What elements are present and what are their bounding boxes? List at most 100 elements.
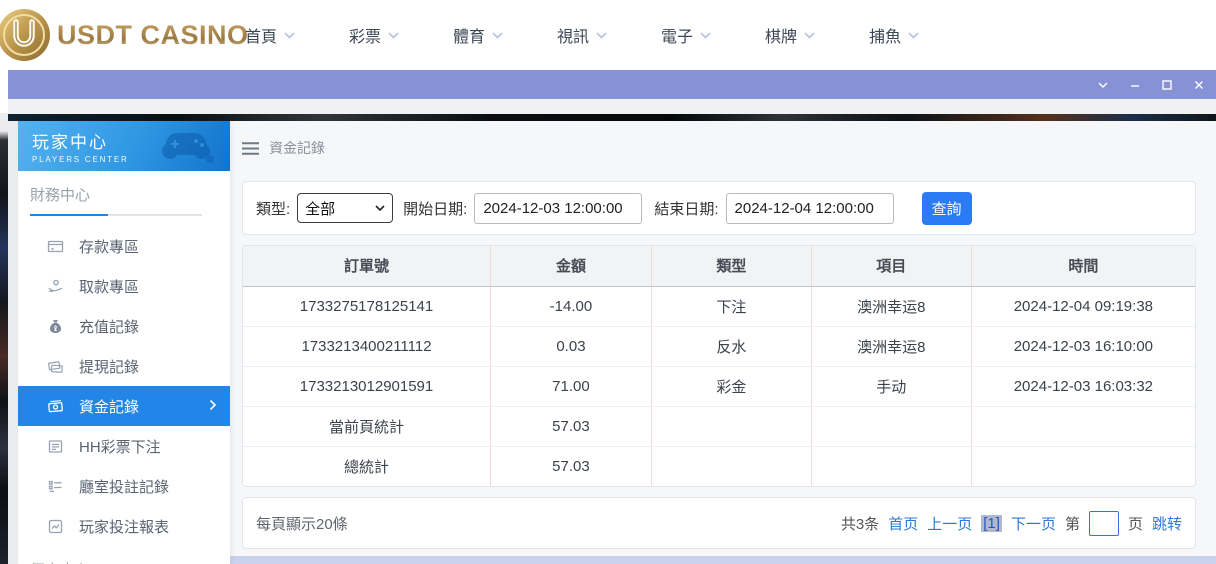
minimize-button[interactable]	[1125, 75, 1145, 95]
page-size-text: 每頁顯示20條	[256, 513, 348, 534]
type-select[interactable]: 全部	[297, 193, 393, 223]
hand-coin-icon	[47, 278, 64, 295]
site-header: USDT CASINO 首頁 彩票 體育 視訊 電子 棋牌 捕魚	[0, 0, 1216, 70]
start-date-input[interactable]	[474, 193, 642, 224]
prev-page-link[interactable]: 上一页	[927, 513, 972, 534]
breadcrumb: 資金記錄	[242, 133, 1196, 163]
next-page-link[interactable]: 下一页	[1011, 513, 1056, 534]
total-count-text: 共3条	[841, 513, 879, 534]
sidebar-item-withdraw[interactable]: 取款專區	[18, 266, 230, 306]
money-bag-icon	[47, 318, 64, 335]
table-cell: 手动	[811, 366, 971, 406]
section-underline	[30, 214, 202, 216]
nav-item-cards[interactable]: 棋牌	[738, 0, 842, 70]
close-button[interactable]	[1189, 75, 1209, 95]
nav-label: 電子	[661, 23, 693, 47]
table-cell: -14.00	[491, 286, 652, 326]
current-page-badge[interactable]: [1]	[981, 515, 1002, 532]
checklist-icon	[47, 478, 64, 495]
first-page-link[interactable]: 首页	[888, 513, 918, 534]
sidebar: 玩家中心 PLAYERS CENTER 財務中心	[18, 121, 230, 564]
close-icon	[1192, 78, 1206, 92]
sidebar-item-withdrawal-records[interactable]: 提現記錄	[18, 346, 230, 386]
table-row-page-total: 當前頁統計 57.03	[243, 406, 1195, 446]
nav-item-home[interactable]: 首頁	[218, 0, 322, 70]
sidebar-section-personal[interactable]: 個人中心	[30, 559, 230, 564]
sidebar-section-finance[interactable]: 財務中心	[30, 184, 230, 205]
table-cell	[971, 406, 1195, 446]
sidebar-item-label: 資金記錄	[79, 396, 139, 417]
table-header-cell: 時間	[971, 246, 1195, 286]
nav-label: 體育	[453, 23, 485, 47]
table-cell: 2024-12-04 09:19:38	[971, 286, 1195, 326]
table-cell: 下注	[651, 286, 811, 326]
menu-toggle-button[interactable]	[242, 142, 259, 155]
jump-button[interactable]: 跳转	[1152, 513, 1182, 534]
table-cell: 2024-12-03 16:03:32	[971, 366, 1195, 406]
chevron-down-icon	[804, 32, 815, 39]
page-jump-input[interactable]	[1089, 511, 1119, 536]
table-header-cell: 項目	[811, 246, 971, 286]
table-cell: 71.00	[491, 366, 652, 406]
chevron-down-icon	[1096, 78, 1110, 92]
nav-label: 捕魚	[869, 23, 901, 47]
sidebar-item-funds-records[interactable]: 資金記錄	[18, 386, 230, 426]
window-titlebar	[8, 70, 1216, 99]
table-cell: 當前頁統計	[243, 406, 491, 446]
type-label: 類型:	[256, 198, 290, 219]
funds-table-container: 訂單號 金額 類型 項目 時間 1733275178125141 -14.00 …	[242, 245, 1196, 487]
nav-label: 首頁	[245, 23, 277, 47]
type-select-value: 全部	[305, 198, 335, 219]
table-cell	[811, 446, 971, 486]
sidebar-item-label: 充值記錄	[79, 316, 139, 337]
table-row-grand-total: 總統計 57.03	[243, 446, 1195, 486]
nav-item-sports[interactable]: 體育	[426, 0, 530, 70]
chevron-down-icon	[700, 32, 711, 39]
sidebar-item-hh-lottery-bets[interactable]: HH彩票下注	[18, 426, 230, 466]
search-button[interactable]: 查詢	[922, 192, 972, 225]
cash-notes-icon	[47, 358, 64, 375]
sidebar-menu: 存款專區 取款專區 充值記錄	[18, 226, 230, 546]
funds-table: 訂單號 金額 類型 項目 時間 1733275178125141 -14.00 …	[243, 246, 1195, 486]
table-cell: 2024-12-03 16:10:00	[971, 326, 1195, 366]
nav-item-lottery[interactable]: 彩票	[322, 0, 426, 70]
document-icon	[47, 438, 64, 455]
sidebar-item-player-bet-report[interactable]: 玩家投注報表	[18, 506, 230, 546]
bank-card-icon	[47, 238, 64, 255]
nav-item-slots[interactable]: 電子	[634, 0, 738, 70]
brand-logo[interactable]: USDT CASINO	[0, 7, 249, 63]
end-date-label: 結束日期:	[654, 198, 718, 219]
chevron-right-icon	[209, 398, 217, 415]
sidebar-item-deposit[interactable]: 存款專區	[18, 226, 230, 266]
table-cell: 0.03	[491, 326, 652, 366]
end-date-input[interactable]	[726, 193, 894, 224]
table-cell: 澳洲幸运8	[811, 326, 971, 366]
minimize-icon	[1128, 78, 1142, 92]
nav-item-live[interactable]: 視訊	[530, 0, 634, 70]
collapse-window-button[interactable]	[1093, 75, 1113, 95]
left-gutter	[8, 121, 18, 564]
gamepad-icon	[158, 125, 218, 165]
table-cell: 1733275178125141	[243, 286, 491, 326]
table-cell	[651, 406, 811, 446]
table-header-cell: 類型	[651, 246, 811, 286]
table-cell	[651, 446, 811, 486]
page-title: 資金記錄	[269, 138, 325, 158]
nav-item-fishing[interactable]: 捕魚	[842, 0, 946, 70]
maximize-button[interactable]	[1157, 75, 1177, 95]
table-cell: 57.03	[491, 406, 652, 446]
table-row: 1733213012901591 71.00 彩金 手动 2024-12-03 …	[243, 366, 1195, 406]
sidebar-header: 玩家中心 PLAYERS CENTER	[18, 121, 230, 171]
jump-suffix-label: 页	[1128, 513, 1143, 534]
sidebar-item-room-bet-records[interactable]: 廳室投註記錄	[18, 466, 230, 506]
table-header-cell: 訂單號	[243, 246, 491, 286]
nav-label: 視訊	[557, 23, 589, 47]
sidebar-item-label: 提現記錄	[79, 356, 139, 377]
banknote-icon	[47, 398, 64, 415]
player-center-window: 玩家中心 PLAYERS CENTER 財務中心	[8, 70, 1216, 564]
report-chart-icon	[47, 518, 64, 535]
nav-label: 彩票	[349, 23, 381, 47]
table-row: 1733213400211112 0.03 反水 澳洲幸运8 2024-12-0…	[243, 326, 1195, 366]
caret-down-icon	[375, 205, 385, 211]
sidebar-item-recharge-records[interactable]: 充值記錄	[18, 306, 230, 346]
